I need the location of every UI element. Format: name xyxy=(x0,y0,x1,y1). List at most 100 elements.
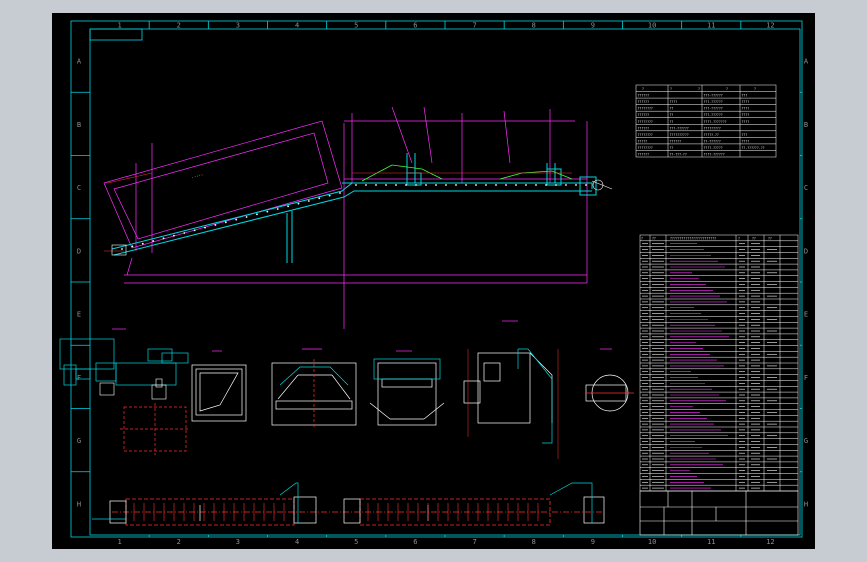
parts-header-cell: ?? xyxy=(652,236,656,240)
conveyor-side-elevation[interactable]: ····· xyxy=(103,106,613,329)
parts-header-cell: ?? xyxy=(752,236,756,240)
row-label: G xyxy=(77,437,81,445)
revision-cell: ?? xyxy=(670,113,674,117)
row-labels-right: A B C D E F G H xyxy=(804,58,809,509)
idler-dot xyxy=(525,184,527,186)
idler-dot xyxy=(385,184,387,186)
row-label: H xyxy=(804,500,808,508)
idler-dot xyxy=(287,205,289,208)
idler-dot xyxy=(465,184,467,186)
revision-cell: ????-?????? xyxy=(704,153,725,157)
parts-header-cell: ?? xyxy=(768,236,772,240)
revision-header-cell: ? xyxy=(726,87,728,91)
revision-cell: ???? xyxy=(742,107,750,111)
revision-cell: ???? xyxy=(742,120,750,124)
row-label: B xyxy=(77,121,81,129)
column-label: 2 xyxy=(177,538,181,546)
column-label: 12 xyxy=(766,538,774,546)
revision-cell: ?? xyxy=(670,107,674,111)
column-label: 8 xyxy=(532,538,536,546)
revision-cell: ?????????? xyxy=(670,133,689,137)
row-ticks xyxy=(71,91,802,473)
chute-view xyxy=(463,352,553,424)
revision-cell: ???-?????? xyxy=(704,113,723,117)
revision-header-cell: ? xyxy=(754,87,756,91)
revision-header-cell: ? xyxy=(642,87,644,91)
revision-cell: ??-?????? xyxy=(704,139,721,143)
outer-border xyxy=(70,20,803,538)
row-label: C xyxy=(77,184,81,192)
revision-cell: ??? xyxy=(742,94,748,98)
idler-dot xyxy=(355,184,357,186)
row-label: D xyxy=(77,247,81,255)
idler-dot xyxy=(535,184,537,186)
column-label: 8 xyxy=(532,22,536,30)
revision-cell: ????????? xyxy=(704,126,721,130)
revision-cell: ??-???-?? xyxy=(670,153,687,157)
revision-cell: ???-?????? xyxy=(704,100,723,104)
idler-dot xyxy=(415,184,417,186)
revision-cell: ???????? xyxy=(638,107,653,111)
cad-drawing-canvas[interactable]: 1 2 3 4 5 6 7 8 9 10 11 12 1 2 3 4 5 6 7 8 9 10 11 12 ABCDEFGH… xyxy=(52,13,815,549)
idler-dot xyxy=(162,237,165,240)
column-label: 4 xyxy=(295,22,299,30)
parts-header-cell: ? xyxy=(641,236,643,240)
revision-cell: ???-?????? xyxy=(670,126,689,130)
idler-dot xyxy=(245,216,248,218)
idler-dot xyxy=(505,184,507,186)
revision-cell: ?????? xyxy=(638,126,650,130)
idler-dot xyxy=(445,184,447,186)
parts-header-cell: ???????????????????????? xyxy=(670,236,716,240)
parts-list-table[interactable]: ???????????????????????????????? xyxy=(639,234,799,492)
detail-views[interactable] xyxy=(59,320,634,459)
row-label: E xyxy=(77,311,81,319)
idler-dot xyxy=(307,200,310,202)
idler-dot xyxy=(266,210,269,213)
column-label: 12 xyxy=(766,22,774,30)
idler-dot xyxy=(455,184,457,186)
column-label: 9 xyxy=(591,538,595,546)
idler-dot xyxy=(585,184,587,186)
idler-dot xyxy=(495,184,497,186)
revision-cell: ????-????? xyxy=(704,146,723,150)
idler-dot xyxy=(173,234,175,237)
column-label: 7 xyxy=(472,22,476,30)
column-labels-top: 1 2 3 4 5 6 7 8 9 10 11 12 xyxy=(117,22,774,30)
return-idler-view xyxy=(369,362,445,426)
column-label: 1 xyxy=(117,22,121,30)
column-label: 6 xyxy=(413,538,417,546)
column-label: 3 xyxy=(236,538,240,546)
idler-dot xyxy=(204,226,206,229)
revision-cell: ???????? xyxy=(638,133,653,137)
idler-dot xyxy=(565,184,567,186)
revision-cell: ?????? xyxy=(638,113,650,117)
hopper-outline xyxy=(103,120,343,249)
revision-cell: ?????? xyxy=(670,139,682,143)
idler-dot xyxy=(395,184,397,186)
idler-dot xyxy=(318,197,321,200)
idler-dot xyxy=(224,221,227,224)
idler-dot xyxy=(256,213,258,216)
revision-table[interactable]: ??????????? ???-??????????????????? ???-??… xyxy=(635,84,777,158)
idler-dot xyxy=(328,194,331,197)
row-label: D xyxy=(804,247,808,255)
idler-dot xyxy=(425,184,427,186)
idler-dot xyxy=(435,184,437,186)
idler-dot xyxy=(121,248,123,250)
conveyor-plan-view[interactable] xyxy=(92,482,605,526)
revision-header-cell: ? xyxy=(670,87,672,91)
title-block[interactable] xyxy=(639,490,799,536)
row-label: G xyxy=(804,437,808,445)
row-label: A xyxy=(804,58,809,66)
conveyor-drawing[interactable]: 1 2 3 4 5 6 7 8 9 10 11 12 1 2 3 4 5 6 7 8 9 10 11 12 ABCDEFGH… xyxy=(52,13,815,549)
idler-dot xyxy=(276,208,279,210)
column-label: 2 xyxy=(177,22,181,30)
revision-cell: ?????? xyxy=(638,94,650,98)
column-label: 6 xyxy=(413,22,417,30)
revision-cell: ???? xyxy=(742,100,750,104)
row-label: F xyxy=(804,374,808,382)
row-label: H xyxy=(77,500,81,508)
idler-dot xyxy=(555,184,557,186)
column-label: 5 xyxy=(354,538,358,546)
idler-dot xyxy=(375,184,377,186)
